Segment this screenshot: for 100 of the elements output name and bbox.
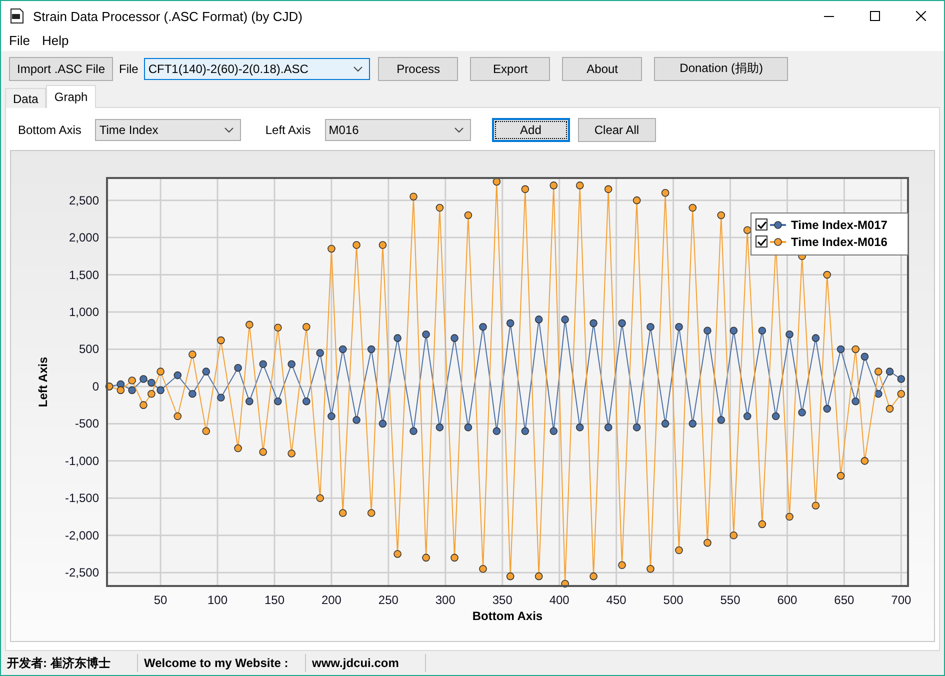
y-tick-label: 2,500 [68,194,99,208]
point [798,408,806,417]
legend-checkbox[interactable] [756,218,768,231]
point [367,346,376,354]
point [288,360,296,368]
x-tick-label: 50 [154,593,168,608]
point [675,546,683,555]
point [479,323,487,332]
point [378,420,387,428]
point [202,368,210,376]
point [661,420,670,428]
bottom-axis-dropdown[interactable]: Time Index [95,119,242,142]
point [618,320,626,328]
point [302,323,310,332]
point [352,416,360,424]
x-tick-label: 600 [777,593,798,608]
point [886,405,894,414]
point [302,398,310,406]
point [156,386,164,394]
point [534,572,543,581]
y-axis-title: Left Axis [36,357,50,408]
point [786,513,794,522]
menu-item[interactable]: Help [36,33,75,48]
file-dropdown[interactable]: CFT1(140)-2(60)-2(0.18).ASC [144,58,370,80]
status-text: www.jdcui.com [306,654,426,672]
window-title: Strain Data Processor (.ASC Format) (by CJD) [33,8,304,24]
point [812,334,820,342]
toolbar-button[interactable]: Process [378,56,458,81]
point [450,554,458,562]
tab[interactable]: Graph [46,85,96,108]
x-axis-title: Bottom Axis [472,609,543,624]
y-tick-label: -1,000 [64,454,99,468]
point [188,350,196,359]
x-tick-label: 650 [834,593,854,608]
point [521,186,530,194]
x-tick-label: 700 [891,593,912,608]
point [246,321,254,329]
point [704,327,712,335]
point [758,520,766,528]
legend-marker [770,221,786,230]
toolbar-button[interactable]: About [562,56,642,81]
import-button[interactable]: Import .ASC File [9,56,113,81]
graph-button[interactable]: Add [492,118,570,142]
left-axis-dropdown[interactable]: M016 [324,119,471,142]
status-text: Welcome to my Website : [138,654,306,672]
point [704,539,712,548]
x-tick-label: 550 [720,593,740,608]
point [604,186,612,194]
point [450,334,458,342]
point [338,346,347,354]
graph-button[interactable]: Clear All [578,118,656,142]
y-tick-label: -2,500 [64,566,99,580]
point [836,472,845,480]
point [874,368,882,376]
point [174,372,182,380]
point [618,562,626,570]
point [202,428,210,436]
y-tick-label: -500 [74,417,99,432]
toolbar-button[interactable]: Export [470,56,550,81]
point [632,424,641,432]
point [550,428,558,436]
point [860,457,869,466]
chevron-down-icon [454,127,464,134]
point [576,424,584,432]
x-tick-label: 300 [435,593,456,608]
point [521,428,530,436]
point [410,193,418,201]
status-text: 开发者: 崔济东博士 [1,654,138,672]
tab[interactable]: Data [5,88,46,108]
point [561,316,569,324]
point [274,324,282,332]
point [422,330,430,339]
x-tick-label: 450 [606,593,626,608]
point [352,241,360,250]
legend-checkbox[interactable] [756,236,768,248]
point [259,448,267,456]
point [506,320,514,328]
point [675,323,683,332]
toolbar-button[interactable]: Donation (捐助) [654,56,788,81]
y-tick-label: 1,000 [68,305,99,320]
point [646,323,654,332]
x-tick-label: 350 [492,593,512,608]
y-tick-label: 0 [92,380,99,394]
point [661,189,670,198]
x-tick-label: 100 [208,593,228,608]
menu-item[interactable]: File [3,33,36,48]
point [288,450,296,458]
point [316,349,324,358]
point [436,424,444,432]
point [479,565,487,574]
point [128,386,136,394]
point [688,420,697,428]
point [632,196,641,205]
maximize-icon [870,11,880,21]
legend-marker [770,238,786,246]
point [128,376,136,385]
point [874,390,882,398]
close-icon [916,11,926,21]
point [436,204,444,212]
point [506,572,514,581]
